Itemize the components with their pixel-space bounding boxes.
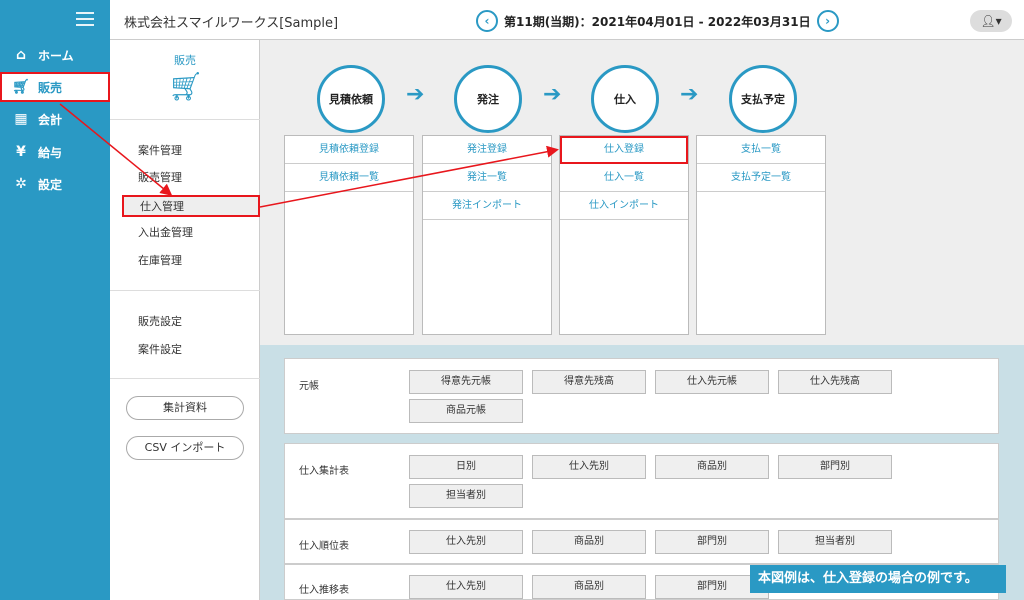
purchase-flow: 見積依頼 ➔ 発注 ➔ 仕入 ➔ 支払予定 見積依頼登録 見積依頼一覧 発注登録… [260,40,1024,345]
quote-list-link[interactable]: 見積依頼一覧 [285,164,413,192]
purchase-import-link[interactable]: 仕入インポート [560,192,688,220]
caret-down-icon: ▾ [995,14,1002,28]
order-column: 発注登録 発注一覧 発注インポート [422,135,552,335]
divider [110,119,260,120]
sub-item-project-settings[interactable]: 案件設定 [110,339,260,361]
reports-panel: 元帳 得意先元帳 得意先残高 仕入先元帳 仕入先残高 商品元帳 仕入集計表 日別… [260,345,1024,600]
section-label: 仕入集計表 [299,466,349,477]
report-button[interactable]: 商品元帳 [409,399,523,423]
sub-item-sales-settings[interactable]: 販売設定 [110,311,260,333]
sub-sidebar-title: 販売 [174,54,196,67]
report-button[interactable]: 日別 [409,455,523,479]
purchase-register-link[interactable]: 仕入登録 [560,136,688,164]
step-order: 発注 [454,65,522,133]
quote-column: 見積依頼登録 見積依頼一覧 [284,135,414,335]
cart-icon: 🛒︎ [168,70,204,103]
section-label: 仕入推移表 [299,585,349,596]
report-button[interactable]: 仕入先別 [409,575,523,599]
report-button[interactable]: 仕入先残高 [778,370,892,394]
order-register-link[interactable]: 発注登録 [423,136,551,164]
report-button[interactable]: 部門別 [655,530,769,554]
cart-icon: 🛒︎ [12,79,30,95]
ledger-section: 元帳 得意先元帳 得意先残高 仕入先元帳 仕入先残高 商品元帳 [284,358,999,434]
nav-accounting[interactable]: ▦ 会計 [0,104,110,134]
arrow-right-icon: ➔ [406,82,425,107]
report-button[interactable]: 部門別 [778,455,892,479]
divider [110,378,260,379]
report-button[interactable]: 商品別 [655,455,769,479]
money-bag-icon: ¥ [16,144,26,160]
section-label: 仕入順位表 [299,541,349,552]
user-menu-button[interactable]: 👤︎ ▾ [970,10,1012,32]
purchase-ranking-section: 仕入順位表 仕入先別 商品別 部門別 担当者別 [284,519,999,564]
csv-import-button[interactable]: CSV インポート [126,436,244,460]
payment-column: 支払一覧 支払予定一覧 [696,135,826,335]
hamburger-icon[interactable] [76,12,94,26]
chevron-left-icon: ‹ [484,14,490,28]
purchase-summary-section: 仕入集計表 日別 仕入先別 商品別 部門別 担当者別 [284,443,999,519]
report-button[interactable]: 仕入先別 [409,530,523,554]
company-name: 株式会社スマイルワークス[Sample] [124,16,339,31]
sub-item-project[interactable]: 案件管理 [110,140,260,162]
aggregate-report-button[interactable]: 集計資料 [126,396,244,420]
payment-list-link[interactable]: 支払一覧 [697,136,825,164]
user-icon: 👤︎ [980,14,996,28]
purchase-list-link[interactable]: 仕入一覧 [560,164,688,192]
left-nav: ⌂ ホーム 🛒︎ 販売 ▦ 会計 ¥ 給与 ✲ 設定 [0,0,110,600]
nav-settings[interactable]: ✲ 設定 [0,169,110,199]
nav-sales[interactable]: 🛒︎ 販売 [0,72,110,102]
sub-item-purchase[interactable]: 仕入管理 [122,195,260,217]
step-purchase: 仕入 [591,65,659,133]
sub-item-inventory[interactable]: 在庫管理 [110,250,260,272]
report-button[interactable]: 担当者別 [778,530,892,554]
order-import-link[interactable]: 発注インポート [423,192,551,220]
next-period-button[interactable]: › [816,10,839,32]
sub-item-sales[interactable]: 販売管理 [110,167,260,189]
report-button[interactable]: 得意先元帳 [409,370,523,394]
arrow-right-icon: ➔ [680,82,699,107]
report-button[interactable]: 仕入先別 [532,455,646,479]
order-list-link[interactable]: 発注一覧 [423,164,551,192]
step-quote-request: 見積依頼 [317,65,385,133]
arrow-right-icon: ➔ [543,82,562,107]
period-text: 第11期(当期)：2021年04月01日 - 2022年03月31日 [504,14,811,29]
quote-register-link[interactable]: 見積依頼登録 [285,136,413,164]
prev-period-button[interactable]: ‹ [476,10,498,32]
annotation-note: 本図例は、仕入登録の場合の例です。 [750,565,1006,593]
report-button[interactable]: 担当者別 [409,484,523,508]
payment-plan-list-link[interactable]: 支払予定一覧 [697,164,825,192]
gear-icon: ✲ [15,176,27,192]
period-selector: ‹ 第11期(当期)：2021年04月01日 - 2022年03月31日 › [476,10,839,32]
header: 株式会社スマイルワークス[Sample] ‹ 第11期(当期)：2021年04月… [110,0,1024,40]
nav-payroll[interactable]: ¥ 給与 [0,137,110,167]
calculator-icon: ▦ [14,111,28,127]
sub-sidebar: 販売 🛒︎ 案件管理 販売管理 仕入管理 入出金管理 在庫管理 販売設定 案件設… [110,40,260,600]
purchase-column: 仕入登録 仕入一覧 仕入インポート [559,135,689,335]
section-label: 元帳 [299,381,319,392]
sub-item-cash[interactable]: 入出金管理 [110,222,260,244]
report-button[interactable]: 商品別 [532,530,646,554]
home-icon: ⌂ [15,47,27,63]
report-button[interactable]: 得意先残高 [532,370,646,394]
divider [110,290,260,291]
chevron-right-icon: › [825,14,831,28]
report-button[interactable]: 商品別 [532,575,646,599]
report-button[interactable]: 仕入先元帳 [655,370,769,394]
step-payment-plan: 支払予定 [729,65,797,133]
nav-home[interactable]: ⌂ ホーム [0,40,110,70]
